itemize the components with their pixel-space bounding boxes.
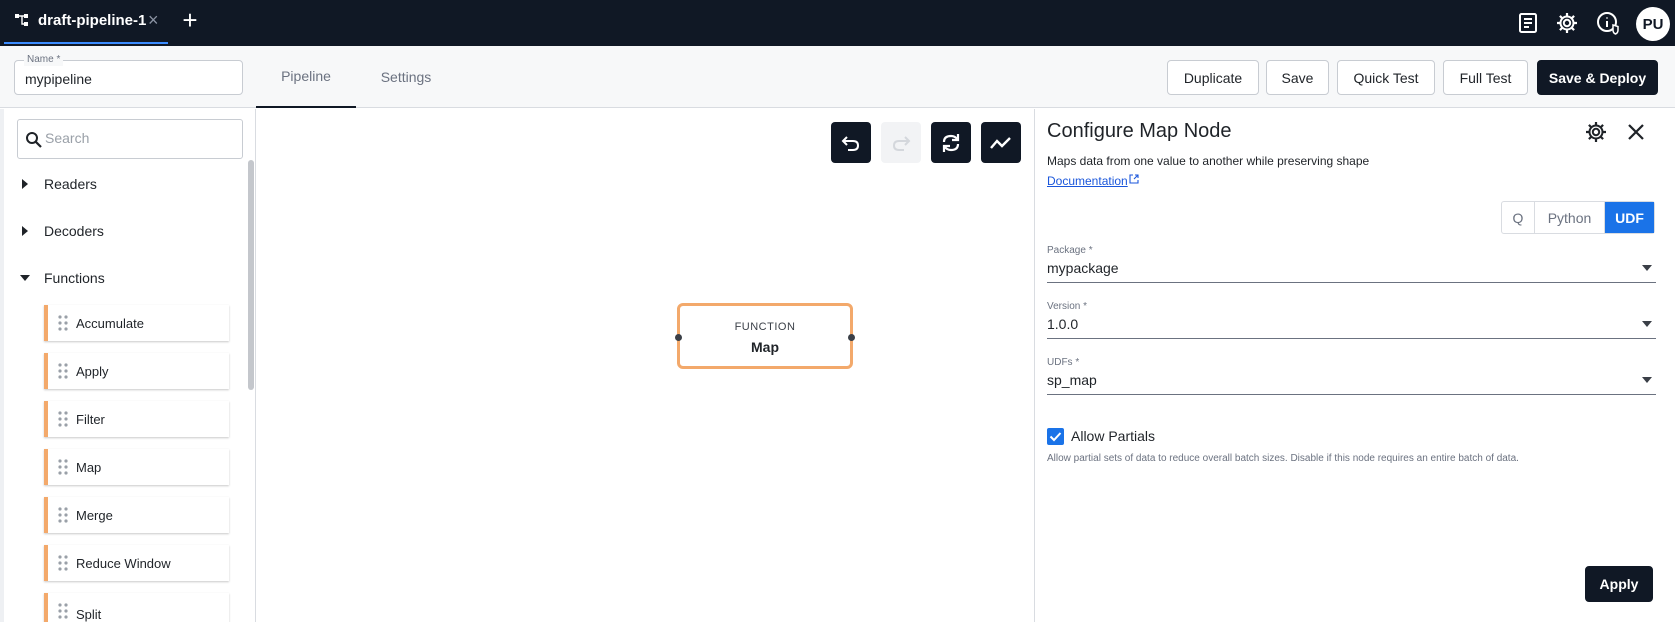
- version-value: 1.0.0: [1047, 316, 1079, 332]
- allow-partials-label[interactable]: Allow Partials: [1071, 428, 1155, 444]
- tab-title: draft-pipeline-1: [38, 12, 147, 29]
- drag-handle-icon[interactable]: [58, 507, 68, 523]
- category-label: Functions: [44, 270, 105, 286]
- version-label: Version *: [1047, 301, 1088, 312]
- panel-description: Maps data from one value to another whil…: [1047, 154, 1370, 168]
- search-icon: [26, 132, 42, 148]
- drag-handle-icon[interactable]: [58, 315, 68, 331]
- package-label: Package *: [1047, 245, 1093, 256]
- allow-partials-checkbox[interactable]: [1047, 428, 1064, 445]
- full-test-button[interactable]: Full Test: [1443, 60, 1528, 95]
- documentation-link[interactable]: Documentation: [1047, 174, 1128, 188]
- function-label: Reduce Window: [76, 555, 171, 571]
- tab-draft-pipeline[interactable]: draft-pipeline-1 ×: [4, 0, 168, 44]
- tab-pipeline[interactable]: Pipeline: [256, 46, 356, 108]
- save-button[interactable]: Save: [1266, 60, 1329, 95]
- map-node[interactable]: FUNCTION Map: [675, 303, 855, 369]
- language-q-button[interactable]: Q: [1502, 202, 1535, 233]
- drag-handle-icon[interactable]: [58, 459, 68, 475]
- chart-line-icon: [990, 136, 1011, 149]
- udfs-value: sp_map: [1047, 372, 1097, 388]
- function-item-merge[interactable]: Merge: [44, 497, 229, 533]
- undo-button[interactable]: [831, 122, 871, 163]
- function-label: Apply: [76, 363, 109, 379]
- quick-test-button[interactable]: Quick Test: [1337, 60, 1435, 95]
- info-shield-icon[interactable]: [1596, 11, 1620, 35]
- tab-settings[interactable]: Settings: [356, 46, 456, 108]
- caret-down-icon: [20, 275, 30, 281]
- udfs-label: UDFs *: [1047, 357, 1080, 368]
- chevron-down-icon: [1642, 321, 1652, 327]
- node-type-label: FUNCTION: [734, 321, 796, 333]
- top-bar: draft-pipeline-1 × + PU: [0, 0, 1675, 46]
- function-item-filter[interactable]: Filter: [44, 401, 229, 437]
- category-functions[interactable]: Functions: [0, 263, 250, 293]
- gear-icon[interactable]: [1584, 120, 1608, 144]
- caret-right-icon: [22, 226, 28, 236]
- drag-handle-icon[interactable]: [58, 363, 68, 379]
- palette-scrollbar[interactable]: [248, 160, 254, 390]
- function-label: Accumulate: [76, 315, 144, 331]
- function-item-split[interactable]: Split: [44, 593, 229, 622]
- version-select[interactable]: Version * 1.0.0: [1047, 301, 1656, 339]
- apply-button[interactable]: Apply: [1585, 566, 1653, 602]
- avatar[interactable]: PU: [1636, 7, 1670, 41]
- package-value: mypackage: [1047, 260, 1119, 276]
- tab-close-button[interactable]: ×: [148, 10, 159, 31]
- pipeline-icon: [15, 14, 28, 26]
- category-label: Readers: [44, 176, 97, 192]
- redo-icon: [892, 135, 911, 151]
- chevron-down-icon: [1642, 265, 1652, 271]
- package-select[interactable]: Package * mypackage: [1047, 245, 1656, 283]
- category-readers[interactable]: Readers: [0, 169, 250, 199]
- close-icon[interactable]: [1625, 121, 1647, 143]
- node-output-port[interactable]: [848, 334, 855, 341]
- panel-title: Configure Map Node: [1047, 120, 1232, 142]
- function-label: Split: [76, 607, 102, 622]
- checkmark-icon: [1049, 432, 1062, 442]
- caret-right-icon: [22, 179, 28, 189]
- node-name-label: Map: [751, 339, 779, 355]
- name-label: Name *: [24, 54, 64, 66]
- document-list-icon[interactable]: [1516, 11, 1540, 35]
- refresh-button[interactable]: [931, 122, 971, 163]
- external-link-icon[interactable]: [1129, 174, 1139, 184]
- function-label: Filter: [76, 411, 105, 427]
- category-label: Decoders: [44, 223, 104, 239]
- chart-button[interactable]: [981, 122, 1021, 163]
- function-item-reduce-window[interactable]: Reduce Window: [44, 545, 229, 581]
- category-decoders[interactable]: Decoders: [0, 216, 250, 246]
- refresh-icon: [942, 133, 960, 152]
- language-toggle: Q Python UDF: [1501, 201, 1655, 234]
- function-item-map[interactable]: Map: [44, 449, 229, 485]
- chevron-down-icon: [1642, 377, 1652, 383]
- add-tab-button[interactable]: +: [178, 6, 202, 34]
- undo-icon: [841, 135, 860, 151]
- allow-partials-help: Allow partial sets of data to reduce ove…: [1047, 453, 1519, 464]
- language-python-button[interactable]: Python: [1535, 202, 1605, 233]
- drag-handle-icon[interactable]: [58, 555, 68, 571]
- udfs-select[interactable]: UDFs * sp_map: [1047, 357, 1656, 395]
- function-label: Map: [76, 459, 102, 475]
- drag-handle-icon[interactable]: [58, 603, 68, 619]
- duplicate-button[interactable]: Duplicate: [1167, 60, 1259, 95]
- function-label: Merge: [76, 507, 113, 523]
- function-item-apply[interactable]: Apply: [44, 353, 229, 389]
- gear-icon[interactable]: [1555, 11, 1579, 35]
- name-value[interactable]: mypipeline: [25, 71, 92, 87]
- save-deploy-button[interactable]: Save & Deploy: [1537, 60, 1658, 95]
- search-box[interactable]: [17, 119, 243, 159]
- redo-button[interactable]: [881, 122, 921, 163]
- function-item-accumulate[interactable]: Accumulate: [44, 305, 229, 341]
- language-udf-button[interactable]: UDF: [1605, 202, 1654, 233]
- pipeline-canvas[interactable]: [256, 109, 1035, 622]
- pipeline-name-field[interactable]: Name * mypipeline: [14, 54, 243, 95]
- search-input[interactable]: [45, 130, 235, 146]
- drag-handle-icon[interactable]: [58, 411, 68, 427]
